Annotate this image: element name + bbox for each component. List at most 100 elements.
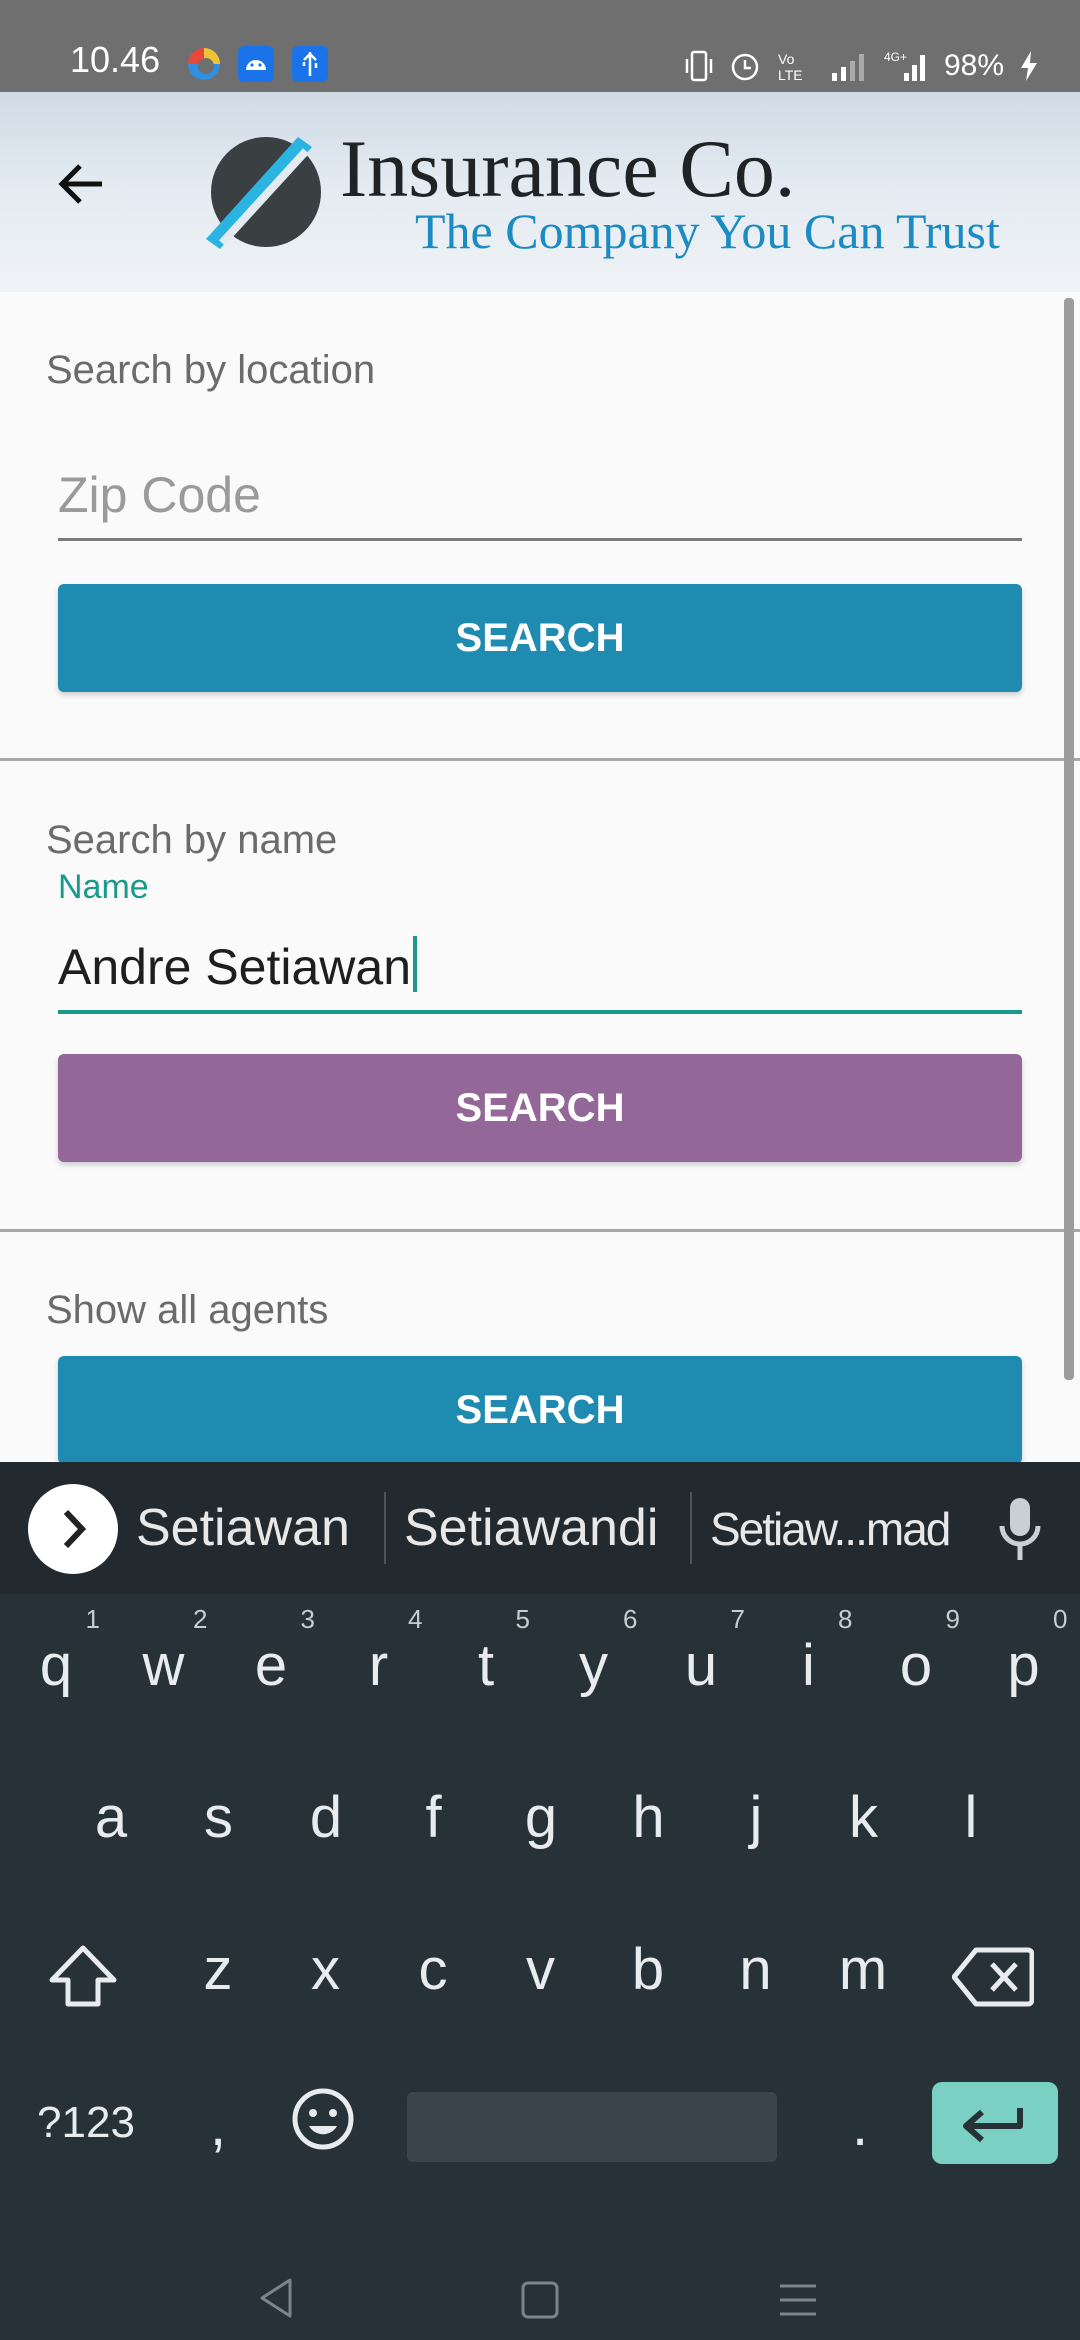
key-d[interactable]: d bbox=[286, 1784, 366, 1851]
key-l[interactable]: l bbox=[931, 1784, 1011, 1851]
all-agents-search-button[interactable]: SEARCH bbox=[58, 1356, 1022, 1464]
scrollbar[interactable] bbox=[1064, 298, 1074, 1380]
key-label: v bbox=[526, 1937, 555, 2002]
suggestion-2[interactable]: Setiawandi bbox=[404, 1498, 658, 1558]
section-divider bbox=[0, 758, 1080, 761]
period-key[interactable]: . bbox=[820, 2092, 900, 2159]
space-key[interactable] bbox=[407, 2092, 777, 2162]
chevron-right-icon bbox=[63, 1509, 87, 1549]
key-s[interactable]: s bbox=[179, 1784, 259, 1851]
emoji-icon[interactable] bbox=[290, 2086, 356, 2152]
key-n[interactable]: n bbox=[716, 1936, 796, 2003]
key-k[interactable]: k bbox=[824, 1784, 904, 1851]
key-label: i bbox=[802, 1633, 815, 1698]
section-divider bbox=[0, 1229, 1080, 1232]
key-z[interactable]: z bbox=[178, 1936, 258, 2003]
key-y[interactable]: y6 bbox=[554, 1604, 638, 1699]
key-u[interactable]: u7 bbox=[661, 1604, 745, 1699]
key-o[interactable]: o9 bbox=[876, 1604, 960, 1699]
key-label: k bbox=[849, 1785, 878, 1850]
key-hint-number: 8 bbox=[838, 1604, 853, 1634]
key-label: u bbox=[684, 1633, 718, 1698]
android-debug-icon bbox=[238, 46, 274, 82]
name-search-button[interactable]: SEARCH bbox=[58, 1054, 1022, 1162]
key-label: m bbox=[838, 1937, 888, 2002]
key-label: e bbox=[254, 1633, 288, 1698]
key-f[interactable]: f bbox=[394, 1784, 474, 1851]
key-h[interactable]: h bbox=[609, 1784, 689, 1851]
key-c[interactable]: c bbox=[393, 1936, 473, 2003]
suggestion-strip: Setiawan Setiawandi Setiaw...mad bbox=[0, 1462, 1080, 1594]
signal-icon bbox=[831, 54, 864, 81]
key-p[interactable]: p0 bbox=[984, 1604, 1067, 1699]
key-w[interactable]: w2 bbox=[124, 1604, 208, 1699]
key-r[interactable]: r4 bbox=[339, 1604, 423, 1699]
charging-icon bbox=[1021, 51, 1037, 81]
key-b[interactable]: b bbox=[608, 1936, 688, 2003]
key-label: r bbox=[368, 1633, 389, 1698]
brand-tagline: The Company You Can Trust bbox=[415, 203, 1000, 259]
status-time: 10.46 bbox=[70, 39, 161, 80]
zip-code-input[interactable]: Zip Code bbox=[58, 466, 1022, 541]
key-hint-number: 6 bbox=[623, 1604, 638, 1634]
suggestion-1[interactable]: Setiawan bbox=[136, 1498, 350, 1558]
text-cursor bbox=[413, 936, 418, 992]
location-section-label: Search by location bbox=[46, 348, 376, 392]
suggestion-separator bbox=[384, 1492, 386, 1564]
svg-text:4G+: 4G+ bbox=[884, 50, 907, 64]
name-section-label: Search by name bbox=[46, 818, 338, 862]
key-v[interactable]: v bbox=[501, 1936, 581, 2003]
alarm-icon bbox=[731, 53, 759, 81]
key-label: p bbox=[1007, 1633, 1040, 1698]
signal-4g-icon: 4G+ bbox=[884, 50, 925, 81]
key-m[interactable]: m bbox=[823, 1936, 903, 2003]
suggestion-expand-button[interactable] bbox=[28, 1484, 118, 1574]
key-label: j bbox=[749, 1785, 763, 1850]
shift-icon[interactable] bbox=[44, 1942, 122, 2012]
name-input[interactable]: Andre Setiawan bbox=[58, 936, 1022, 1014]
key-hint-number: 9 bbox=[945, 1604, 960, 1634]
key-label: q bbox=[39, 1633, 73, 1698]
location-search-button[interactable]: SEARCH bbox=[58, 584, 1022, 692]
back-arrow-icon[interactable] bbox=[52, 154, 112, 214]
key-q[interactable]: q1 bbox=[16, 1604, 100, 1699]
status-indicators: Vo LTE 4G+ 98% bbox=[684, 46, 1040, 86]
enter-key[interactable] bbox=[932, 2082, 1058, 2164]
key-x[interactable]: x bbox=[286, 1936, 366, 2003]
backspace-icon[interactable] bbox=[952, 1946, 1034, 2008]
key-label: c bbox=[418, 1937, 448, 2002]
name-field-label: Name bbox=[58, 868, 149, 906]
key-label: l bbox=[964, 1785, 978, 1850]
suggestion-separator bbox=[690, 1492, 692, 1564]
symbols-key[interactable]: ?123 bbox=[36, 2098, 136, 2148]
key-label: o bbox=[899, 1633, 933, 1698]
microphone-icon[interactable] bbox=[990, 1494, 1050, 1564]
key-hint-number: 0 bbox=[1053, 1604, 1068, 1634]
key-hint-number: 5 bbox=[515, 1604, 530, 1634]
nav-back-icon[interactable] bbox=[256, 2276, 296, 2320]
nav-home-icon[interactable] bbox=[520, 2280, 560, 2320]
key-hint-number: 4 bbox=[408, 1604, 423, 1634]
suggestion-3[interactable]: Setiaw...mad bbox=[710, 1502, 951, 1556]
system-nav-bar bbox=[0, 2220, 1080, 2340]
volte-icon: VoLTE bbox=[778, 51, 803, 83]
key-label: t bbox=[477, 1633, 495, 1698]
key-label: b bbox=[631, 1937, 665, 2002]
key-label: g bbox=[524, 1785, 558, 1850]
key-hint-number: 7 bbox=[730, 1604, 745, 1634]
key-i[interactable]: i8 bbox=[769, 1604, 852, 1699]
key-label: a bbox=[94, 1785, 128, 1850]
svg-text:Vo: Vo bbox=[778, 51, 795, 67]
key-a[interactable]: a bbox=[71, 1784, 151, 1851]
nav-menu-icon[interactable] bbox=[778, 2282, 818, 2318]
key-e[interactable]: e3 bbox=[231, 1604, 315, 1699]
key-g[interactable]: g bbox=[501, 1784, 581, 1851]
key-hint-number: 1 bbox=[85, 1604, 100, 1634]
battery-percent: 98% bbox=[943, 49, 1004, 82]
key-j[interactable]: j bbox=[716, 1784, 796, 1851]
key-hint-number: 2 bbox=[193, 1604, 208, 1634]
key-label: d bbox=[309, 1785, 343, 1850]
comma-key[interactable]: , bbox=[178, 2092, 258, 2159]
name-input-value: Andre Setiawan bbox=[58, 939, 412, 995]
key-t[interactable]: t5 bbox=[446, 1604, 530, 1699]
